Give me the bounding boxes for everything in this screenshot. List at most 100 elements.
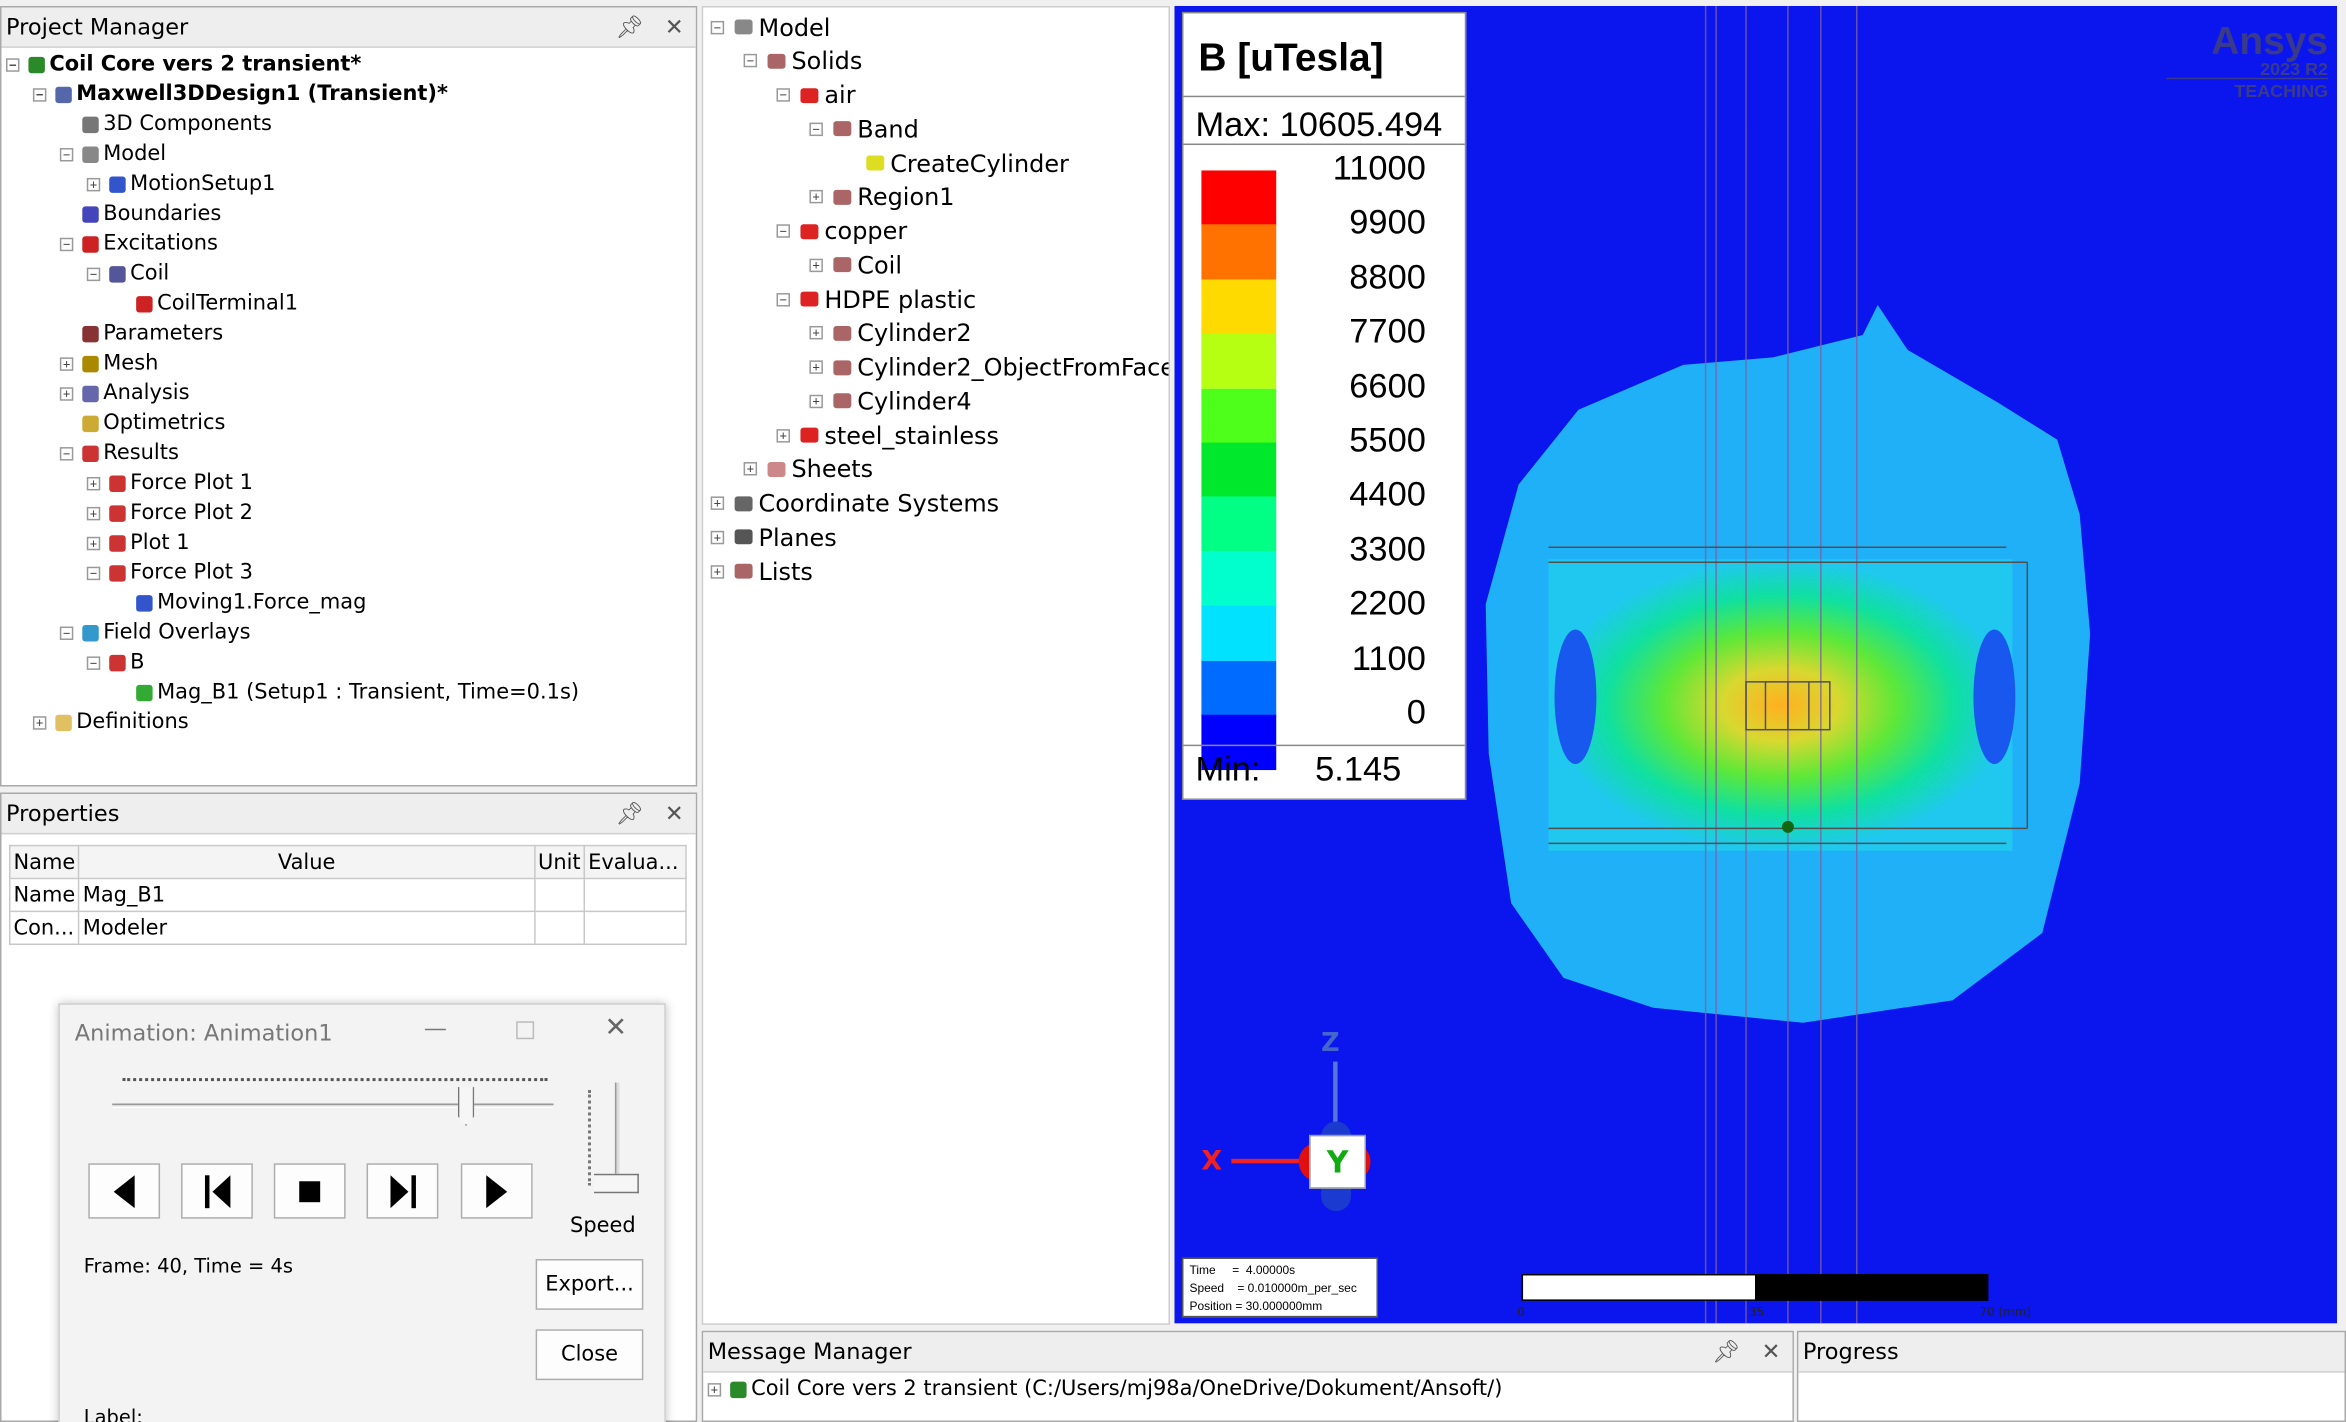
tree-item[interactable]: +3D Components	[60, 109, 272, 139]
cell[interactable]: Modeler	[78, 910, 535, 946]
tree-item[interactable]: − air	[776, 79, 856, 112]
tree-item[interactable]: +Mag_B1 (Setup1 : Transient, Time=0.1s)	[114, 677, 579, 707]
play-forward-button[interactable]	[460, 1163, 533, 1219]
frame-slider-thumb[interactable]	[457, 1087, 475, 1126]
close-icon[interactable]: ✕	[604, 1012, 627, 1043]
tree-item[interactable]: + Sheets	[743, 453, 873, 486]
expand-toggle[interactable]: +	[809, 258, 823, 272]
expand-toggle[interactable]: +	[776, 428, 790, 442]
expand-toggle[interactable]: +	[32, 715, 47, 729]
pin-icon[interactable]: 📌︎	[615, 794, 643, 834]
close-icon[interactable]: ✕	[665, 794, 684, 834]
table-row[interactable]: Name Mag_B1	[8, 877, 687, 913]
close-icon[interactable]: ✕	[665, 7, 684, 47]
table-row[interactable]: Con... Modeler	[8, 910, 687, 946]
expand-toggle[interactable]: +	[743, 462, 758, 476]
tree-item[interactable]: + Coordinate Systems	[710, 487, 999, 520]
message-item[interactable]: + Coil Core vers 2 transient (C:/Users/m…	[707, 1374, 1502, 1404]
tree-item[interactable]: − B	[86, 647, 145, 677]
tree-item[interactable]: + steel_stainless	[776, 419, 999, 452]
expand-toggle[interactable]: +	[59, 386, 74, 400]
tree-item[interactable]: + Force Plot 1	[86, 468, 253, 498]
tree-item[interactable]: + Lists	[710, 555, 813, 588]
pin-icon[interactable]: 📌︎	[615, 7, 643, 47]
tree-item[interactable]: − Results	[59, 438, 179, 468]
col-header-unit[interactable]: Unit	[533, 844, 586, 880]
expand-toggle[interactable]: +	[707, 1382, 722, 1396]
tree-item[interactable]: − Model	[59, 139, 166, 169]
expand-toggle[interactable]: +	[809, 360, 823, 374]
tree-item[interactable]: − Coil	[86, 259, 169, 289]
expand-toggle[interactable]: +	[86, 476, 101, 490]
tree-item[interactable]: + Analysis	[59, 378, 190, 408]
tree-item[interactable]: +CoilTerminal1	[114, 289, 298, 319]
3d-viewport[interactable]: B [uTesla] Max: 10605.494 11000 9900 8800 7…	[1174, 5, 2338, 1324]
expand-toggle[interactable]: +	[710, 564, 725, 578]
col-header-name[interactable]: Name	[8, 844, 80, 880]
tree-item[interactable]: − HDPE plastic	[776, 283, 976, 316]
expand-toggle[interactable]: −	[809, 122, 823, 136]
tree-item[interactable]: + Cylinder2	[809, 317, 972, 350]
expand-toggle[interactable]: −	[59, 147, 74, 161]
export-button[interactable]: Export...	[535, 1259, 644, 1310]
expand-toggle[interactable]: +	[86, 506, 101, 520]
expand-toggle[interactable]: −	[59, 625, 74, 640]
expand-toggle[interactable]: −	[59, 446, 74, 460]
stop-button[interactable]	[273, 1163, 346, 1219]
close-button[interactable]: Close	[535, 1329, 644, 1381]
color-legend[interactable]: B [uTesla] Max: 10605.494 11000 9900 8800 7…	[1181, 11, 1467, 800]
tree-item[interactable]: + Definitions	[32, 707, 189, 737]
expand-toggle[interactable]: −	[743, 54, 758, 68]
step-backward-button[interactable]	[181, 1163, 253, 1219]
expand-toggle[interactable]: −	[32, 87, 47, 101]
tree-item[interactable]: + Planes	[710, 521, 837, 554]
tree-item[interactable]: + Mesh	[59, 348, 158, 378]
expand-toggle[interactable]: −	[86, 655, 101, 670]
tree-item[interactable]: − Maxwell3DDesign1 (Transient)*	[32, 79, 448, 109]
tree-item[interactable]: − copper	[776, 215, 907, 248]
step-forward-button[interactable]	[366, 1163, 439, 1219]
tree-item[interactable]: − Solids	[743, 44, 862, 77]
expand-toggle[interactable]: +	[809, 326, 823, 340]
tree-item[interactable]: + Plot 1	[86, 528, 190, 558]
tree-item[interactable]: + MotionSetup1	[86, 169, 275, 199]
expand-toggle[interactable]: +	[86, 536, 101, 550]
tree-item[interactable]: +Parameters	[60, 318, 223, 348]
expand-toggle[interactable]: +	[86, 177, 101, 191]
tree-item[interactable]: +Boundaries	[60, 199, 221, 229]
tree-item[interactable]: − Model	[710, 10, 830, 43]
tree-item[interactable]: − Band	[809, 113, 919, 146]
tree-item[interactable]: + Cylinder4	[809, 385, 972, 418]
tree-item[interactable]: +Moving1.Force_mag	[114, 588, 366, 618]
expand-toggle[interactable]: +	[809, 190, 823, 204]
expand-toggle[interactable]: −	[776, 88, 790, 102]
expand-toggle[interactable]: −	[59, 237, 74, 251]
tree-item[interactable]: + Region1	[809, 181, 954, 214]
expand-toggle[interactable]: +	[710, 530, 725, 544]
expand-toggle[interactable]: −	[776, 224, 790, 238]
expand-toggle[interactable]: −	[86, 266, 101, 281]
tree-item[interactable]: + Cylinder2_ObjectFromFace1	[809, 351, 1169, 384]
play-backward-button[interactable]	[88, 1163, 161, 1219]
expand-toggle[interactable]: −	[86, 565, 101, 580]
speed-slider-thumb[interactable]	[593, 1173, 639, 1194]
minimize-icon[interactable]	[424, 1028, 446, 1031]
expand-toggle[interactable]: −	[710, 20, 725, 34]
tree-item[interactable]: +Optimetrics	[60, 408, 225, 438]
cell[interactable]: Mag_B1	[78, 877, 535, 913]
col-header-value[interactable]: Value	[78, 844, 535, 880]
col-header-evaluated[interactable]: Evalua...	[583, 844, 687, 880]
tree-item[interactable]: − Force Plot 3	[86, 558, 253, 588]
expand-toggle[interactable]: +	[59, 356, 74, 371]
expand-toggle[interactable]: −	[5, 57, 20, 72]
pin-icon[interactable]: 📌︎	[1712, 1332, 1740, 1372]
close-icon[interactable]: ✕	[1762, 1332, 1781, 1372]
expand-toggle[interactable]: +	[710, 496, 725, 510]
tree-item[interactable]: − Excitations	[59, 229, 218, 259]
tree-item[interactable]: − Field Overlays	[59, 618, 251, 648]
expand-toggle[interactable]: −	[776, 292, 790, 306]
tree-item[interactable]: +CreateCylinder	[842, 147, 1069, 180]
expand-toggle[interactable]: +	[809, 394, 823, 408]
tree-item[interactable]: + Coil	[809, 249, 902, 282]
tree-item[interactable]: − Coil Core vers 2 transient*	[5, 49, 361, 79]
